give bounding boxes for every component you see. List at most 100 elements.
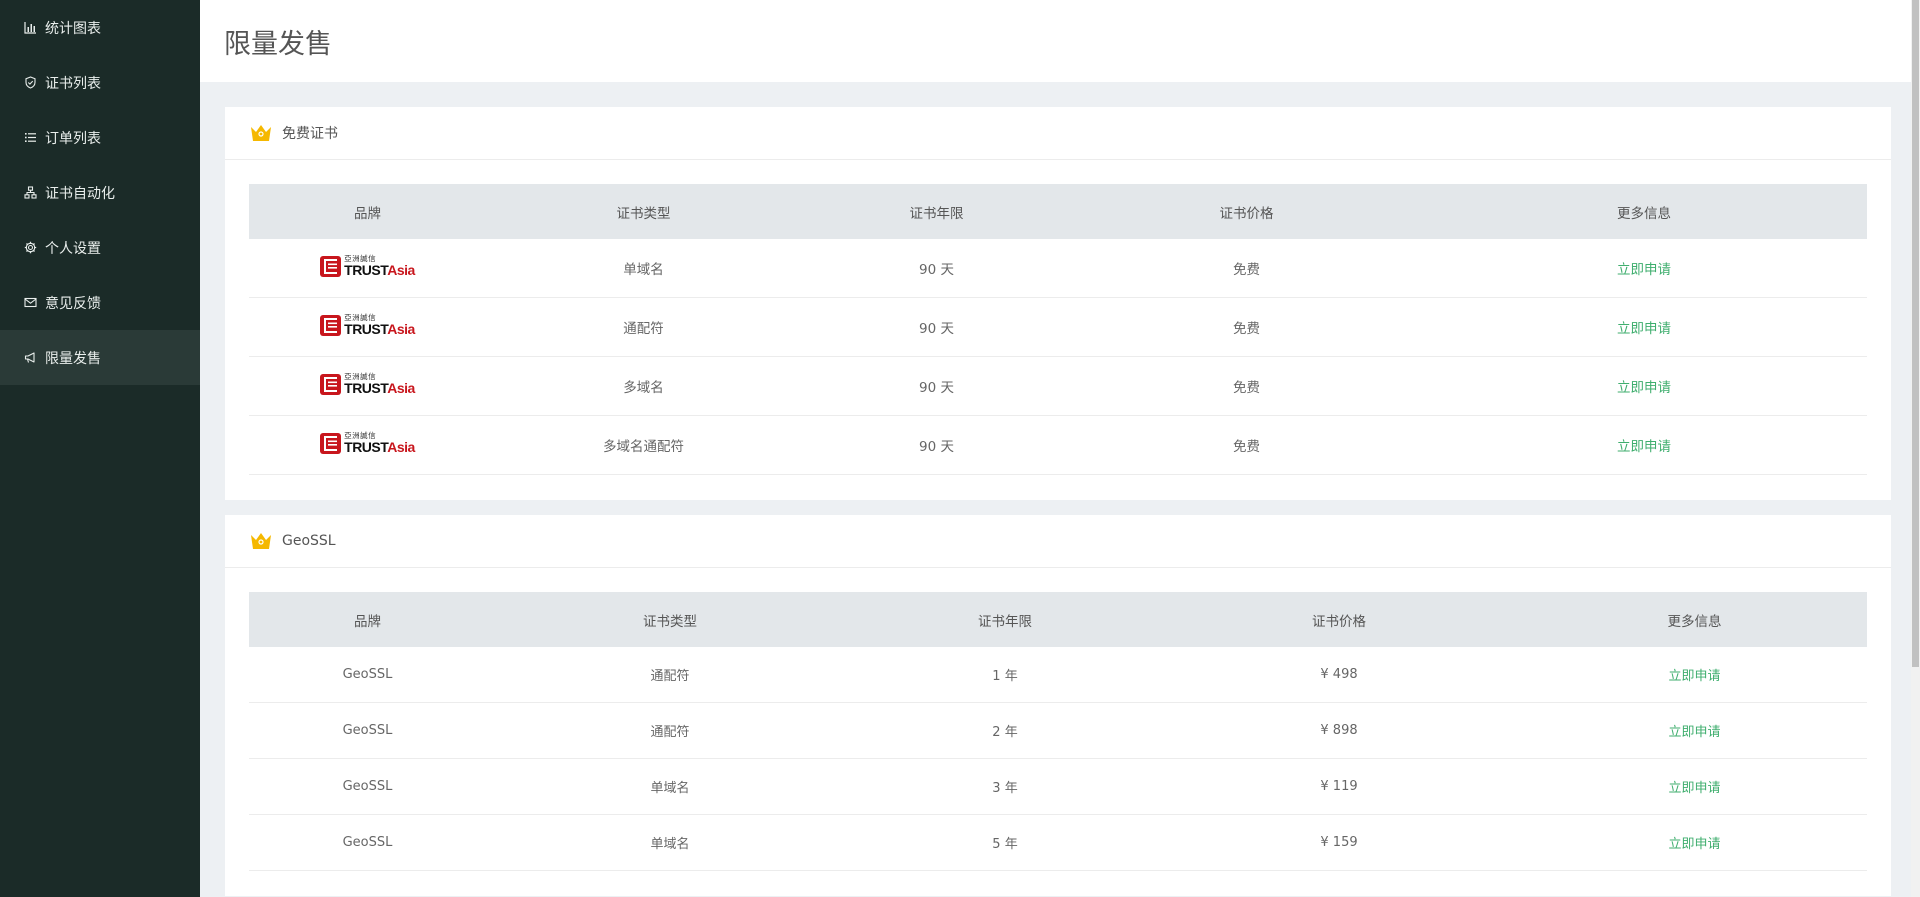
term-cell: 90 天 — [801, 297, 1072, 357]
apply-now-link[interactable]: 立即申请 — [1668, 837, 1720, 852]
column-header-price: 证书价格 — [1312, 613, 1366, 630]
apply-now-link[interactable]: 立即申请 — [1617, 321, 1671, 337]
brand-cell: GeoSSL — [249, 647, 486, 703]
sidebar-item-label: 个人设置 — [45, 240, 101, 257]
term-cell: 2 年 — [854, 702, 1156, 759]
action-cell: 立即申请 — [1522, 702, 1867, 759]
crown-icon — [250, 531, 272, 551]
trustasia-logo: 亞洲誠信 TRUSTAsia — [320, 373, 415, 395]
trustasia-logo: 亞洲誠信 TRUSTAsia — [320, 314, 415, 336]
sidebar-item-automation[interactable]: 证书自动化 — [0, 165, 200, 220]
table-row: GeoSSL 通配符 2 年 ¥ 898 立即申请 — [249, 702, 1867, 759]
card-header: 免费证书 — [225, 107, 1891, 160]
brand-cell: GeoSSL — [249, 758, 486, 815]
price-cell: ¥ 119 — [1156, 758, 1522, 815]
action-cell: 立即申请 — [1522, 814, 1867, 871]
sitemap-icon — [24, 186, 37, 199]
brand-cell: 亞洲誠信 TRUSTAsia — [249, 239, 486, 298]
price-cell: 免费 — [1072, 297, 1421, 357]
sidebar-item-statistics[interactable]: 统计图表 — [0, 0, 200, 55]
apply-now-link[interactable]: 立即申请 — [1617, 262, 1671, 278]
card-title: 免费证书 — [282, 126, 338, 142]
sidebar-item-certificates[interactable]: 证书列表 — [0, 55, 200, 110]
sidebar-item-label: 证书列表 — [45, 75, 101, 92]
action-cell: 立即申请 — [1421, 415, 1867, 475]
term-cell: 90 天 — [801, 415, 1072, 475]
sidebar-item-label: 限量发售 — [45, 350, 101, 367]
column-header-price: 证书价格 — [1219, 205, 1274, 222]
type-cell: 单域名 — [486, 239, 801, 298]
trustasia-logo-icon — [320, 314, 342, 336]
geossl-card: GeoSSL 品牌 证书类型 证书年限 证书价格 更多信息 GeoSSL 通配符… — [225, 515, 1891, 896]
table-row: GeoSSL 单域名 3 年 ¥ 119 立即申请 — [249, 758, 1867, 815]
bar-chart-icon — [24, 21, 37, 34]
sidebar-item-label: 证书自动化 — [45, 185, 115, 202]
sidebar: 统计图表 证书列表 订单列表 证书自动化 个人设置 意见反馈 限量发售 — [0, 0, 200, 897]
type-cell: 多域名通配符 — [486, 415, 801, 475]
shield-icon — [24, 76, 37, 89]
term-cell: 3 年 — [854, 758, 1156, 815]
price-cell: 免费 — [1072, 415, 1421, 475]
scrollbar-thumb[interactable] — [1912, 0, 1919, 667]
brand-cell: 亞洲誠信 TRUSTAsia — [249, 415, 486, 475]
apply-now-link[interactable]: 立即申请 — [1617, 380, 1671, 396]
gear-icon — [24, 241, 37, 254]
action-cell: 立即申请 — [1522, 758, 1867, 815]
free-certificates-table: 品牌 证书类型 证书年限 证书价格 更多信息 亞洲誠信 TRUSTAsia 单域… — [249, 184, 1867, 475]
megaphone-icon — [24, 351, 37, 364]
trustasia-logo-icon — [320, 432, 342, 454]
column-header-brand: 品牌 — [354, 613, 381, 630]
card-title: GeoSSL — [282, 533, 336, 549]
brand-cell: GeoSSL — [249, 702, 486, 759]
term-cell: 90 天 — [801, 356, 1072, 416]
column-header-term: 证书年限 — [978, 613, 1032, 630]
sidebar-item-label: 统计图表 — [45, 20, 101, 37]
table-header-row: 品牌 证书类型 证书年限 证书价格 更多信息 — [249, 184, 1867, 239]
term-cell: 90 天 — [801, 239, 1072, 298]
price-cell: ¥ 159 — [1156, 814, 1522, 871]
action-cell: 立即申请 — [1421, 356, 1867, 416]
action-cell: 立即申请 — [1522, 647, 1867, 703]
table-row: 亞洲誠信 TRUSTAsia 多域名 90 天 免费 立即申请 — [249, 356, 1867, 416]
sidebar-item-feedback[interactable]: 意见反馈 — [0, 275, 200, 330]
table-header-row: 品牌 证书类型 证书年限 证书价格 更多信息 — [249, 592, 1867, 647]
type-cell: 多域名 — [486, 356, 801, 416]
envelope-icon — [24, 296, 37, 309]
column-header-type: 证书类型 — [616, 205, 671, 222]
column-header-term: 证书年限 — [909, 205, 964, 222]
column-header-type: 证书类型 — [643, 613, 697, 630]
apply-now-link[interactable]: 立即申请 — [1668, 669, 1720, 684]
table-row: 亞洲誠信 TRUSTAsia 通配符 90 天 免费 立即申请 — [249, 297, 1867, 357]
column-header-brand: 品牌 — [354, 205, 381, 222]
action-cell: 立即申请 — [1421, 239, 1867, 298]
main-content: 限量发售 免费证书 品牌 证书类型 证书年限 证书价格 更多信息 亞洲誠信 TR… — [200, 0, 1920, 897]
page-header: 限量发售 — [200, 0, 1920, 82]
sidebar-item-label: 意见反馈 — [45, 295, 101, 312]
column-header-more: 更多信息 — [1617, 205, 1671, 222]
sidebar-item-label: 订单列表 — [45, 130, 101, 147]
table-row: 亞洲誠信 TRUSTAsia 单域名 90 天 免费 立即申请 — [249, 239, 1867, 298]
price-cell: 免费 — [1072, 356, 1421, 416]
table-row: GeoSSL 通配符 1 年 ¥ 498 立即申请 — [249, 647, 1867, 703]
table-row: GeoSSL 单域名 5 年 ¥ 159 立即申请 — [249, 814, 1867, 871]
column-header-more: 更多信息 — [1667, 613, 1722, 630]
sidebar-item-limited-sale[interactable]: 限量发售 — [0, 330, 200, 385]
geossl-table: 品牌 证书类型 证书年限 证书价格 更多信息 GeoSSL 通配符 1 年 ¥ … — [249, 592, 1867, 871]
vertical-scrollbar[interactable] — [1911, 0, 1920, 897]
price-cell: 免费 — [1072, 239, 1421, 298]
sidebar-item-settings[interactable]: 个人设置 — [0, 220, 200, 275]
card-header: GeoSSL — [225, 515, 1891, 568]
price-cell: ¥ 498 — [1156, 647, 1522, 703]
trustasia-logo: 亞洲誠信 TRUSTAsia — [320, 255, 415, 277]
brand-cell: 亞洲誠信 TRUSTAsia — [249, 297, 486, 357]
crown-icon — [250, 123, 272, 143]
apply-now-link[interactable]: 立即申请 — [1668, 725, 1720, 740]
page-title: 限量发售 — [224, 28, 332, 60]
type-cell: 通配符 — [486, 297, 801, 357]
type-cell: 通配符 — [486, 647, 854, 703]
action-cell: 立即申请 — [1421, 297, 1867, 357]
apply-now-link[interactable]: 立即申请 — [1668, 781, 1720, 796]
apply-now-link[interactable]: 立即申请 — [1617, 439, 1671, 455]
term-cell: 1 年 — [854, 647, 1156, 703]
sidebar-item-orders[interactable]: 订单列表 — [0, 110, 200, 165]
